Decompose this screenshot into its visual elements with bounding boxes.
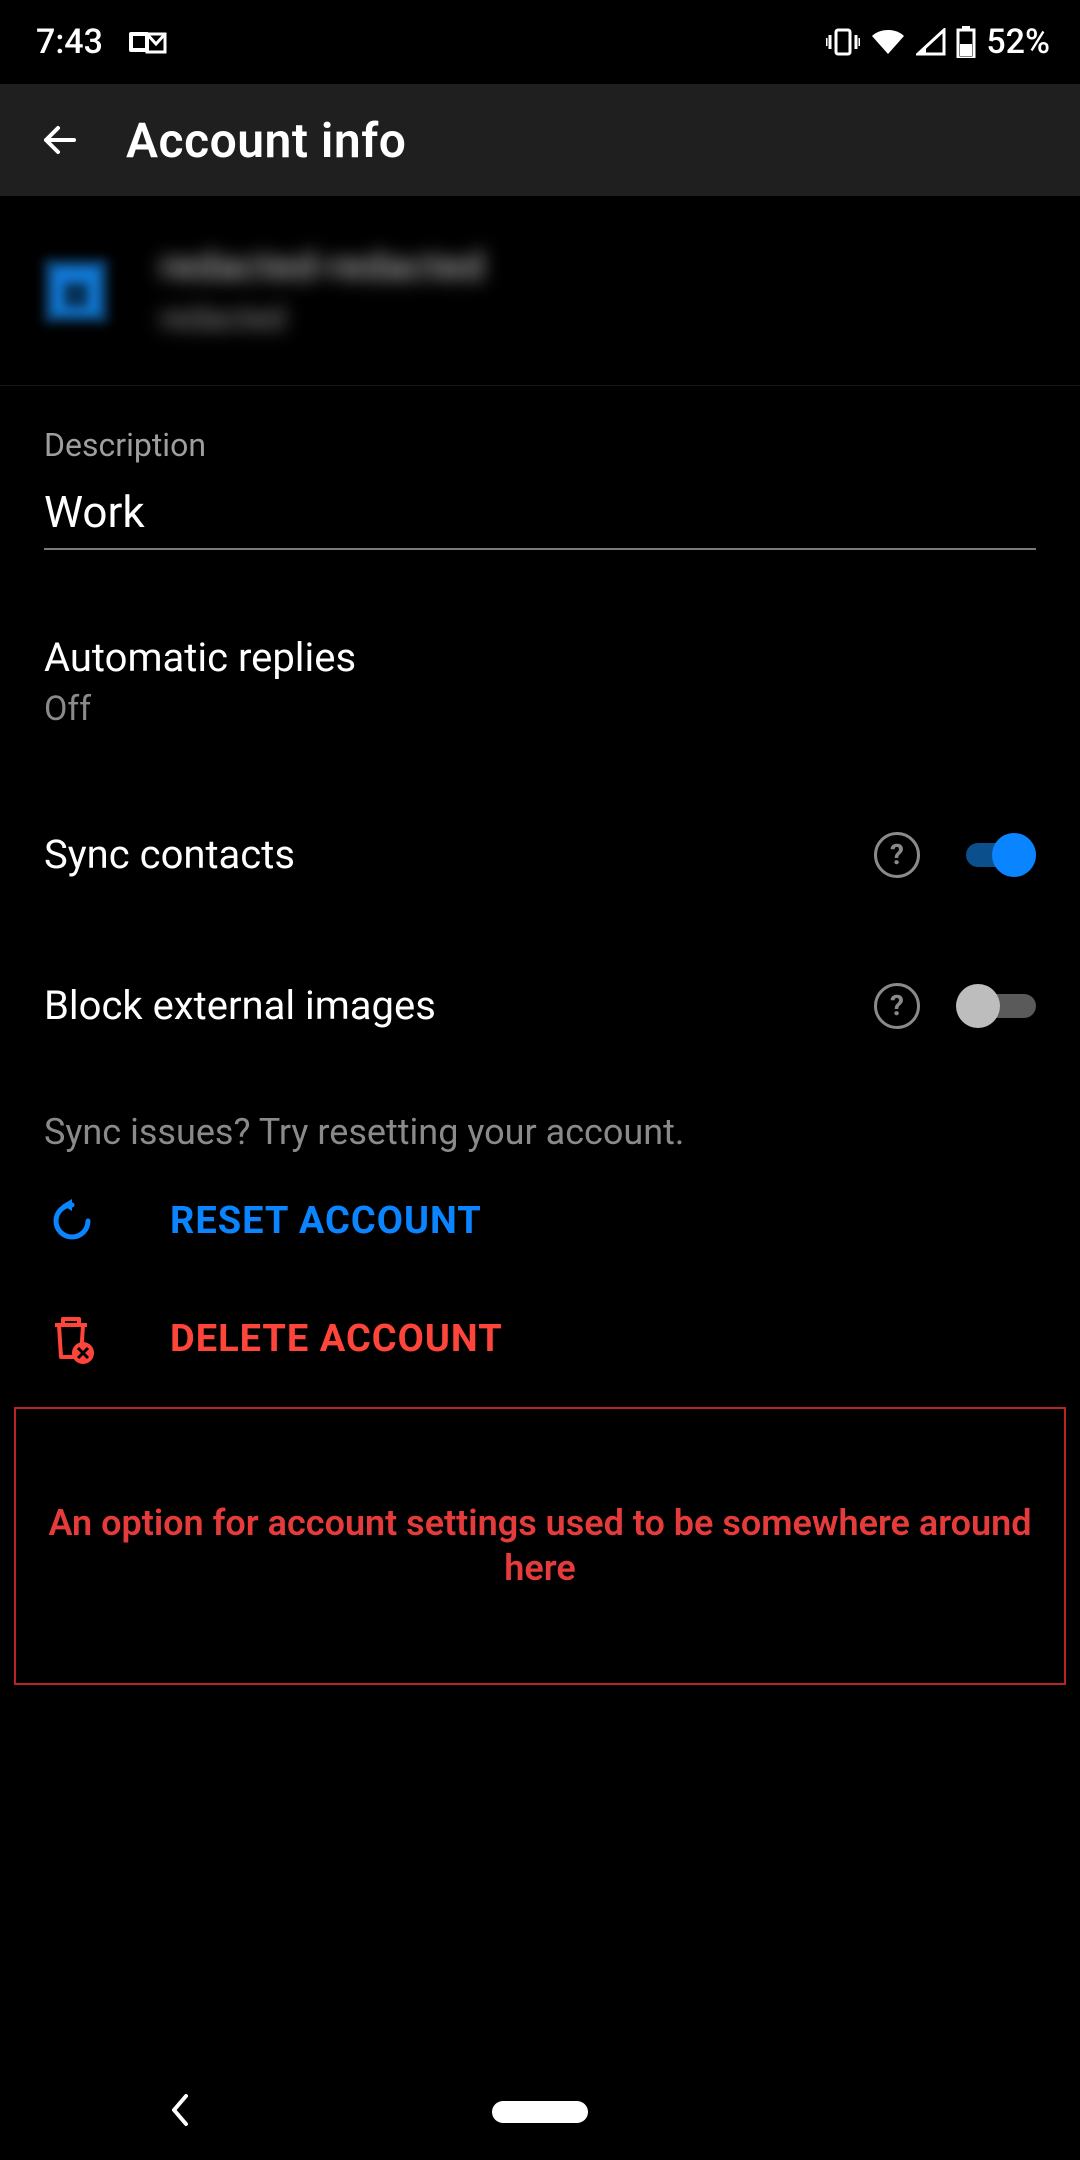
- block-external-images-help-icon[interactable]: ?: [874, 983, 920, 1029]
- delete-account-label: DELETE ACCOUNT: [170, 1317, 503, 1361]
- sync-hint: Sync issues? Try resetting your account.: [0, 1081, 1080, 1163]
- wifi-icon: [870, 28, 906, 56]
- battery-percent: 52%: [986, 22, 1050, 62]
- status-right: 52%: [826, 22, 1050, 62]
- arrow-back-icon: [38, 118, 82, 162]
- reset-icon: [48, 1197, 96, 1245]
- description-input[interactable]: [44, 486, 1036, 538]
- account-email: redacted-redacted: [160, 245, 485, 289]
- block-external-images-row: Block external images ?: [0, 930, 1080, 1081]
- status-time: 7:43: [36, 22, 103, 62]
- page-title: Account info: [126, 112, 406, 169]
- gesture-pill[interactable]: [492, 2101, 588, 2123]
- sync-contacts-title: Sync contacts: [44, 831, 874, 878]
- account-type: redacted: [160, 299, 485, 337]
- annotation-box: An option for account settings used to b…: [14, 1407, 1066, 1685]
- description-label: Description: [44, 426, 1036, 464]
- app-bar: Account info: [0, 84, 1080, 196]
- reset-account-label: RESET ACCOUNT: [170, 1199, 482, 1243]
- cellular-icon: [916, 28, 946, 56]
- block-external-images-title: Block external images: [44, 982, 874, 1029]
- back-button[interactable]: [24, 104, 96, 176]
- annotation-text: An option for account settings used to b…: [40, 1501, 1040, 1591]
- status-bar: 7:43 52%: [0, 0, 1080, 84]
- sync-contacts-toggle[interactable]: [956, 833, 1036, 877]
- automatic-replies-row[interactable]: Automatic replies Off: [0, 576, 1080, 779]
- automatic-replies-value: Off: [44, 689, 1036, 729]
- account-avatar: [44, 259, 108, 323]
- automatic-replies-title: Automatic replies: [44, 634, 1036, 681]
- description-underline: [44, 486, 1036, 550]
- sync-contacts-help-icon[interactable]: ?: [874, 832, 920, 878]
- content: redacted-redacted redacted Description A…: [0, 196, 1080, 1685]
- status-left: 7:43: [36, 22, 167, 62]
- account-header[interactable]: redacted-redacted redacted: [0, 196, 1080, 386]
- delete-account-button[interactable]: DELETE ACCOUNT: [0, 1279, 1080, 1399]
- reset-account-button[interactable]: RESET ACCOUNT: [0, 1163, 1080, 1279]
- block-external-images-toggle[interactable]: [956, 984, 1036, 1028]
- chevron-left-icon: [168, 2092, 192, 2128]
- trash-delete-icon: [47, 1313, 97, 1365]
- outlook-notification-icon: [129, 28, 167, 56]
- battery-icon: [956, 26, 976, 58]
- system-back-button[interactable]: [168, 2092, 192, 2132]
- description-section: Description: [0, 386, 1080, 576]
- vibrate-icon: [826, 27, 860, 57]
- sync-contacts-row: Sync contacts ?: [0, 779, 1080, 930]
- system-nav-bar: [0, 2064, 1080, 2160]
- account-texts: redacted-redacted redacted: [160, 245, 485, 337]
